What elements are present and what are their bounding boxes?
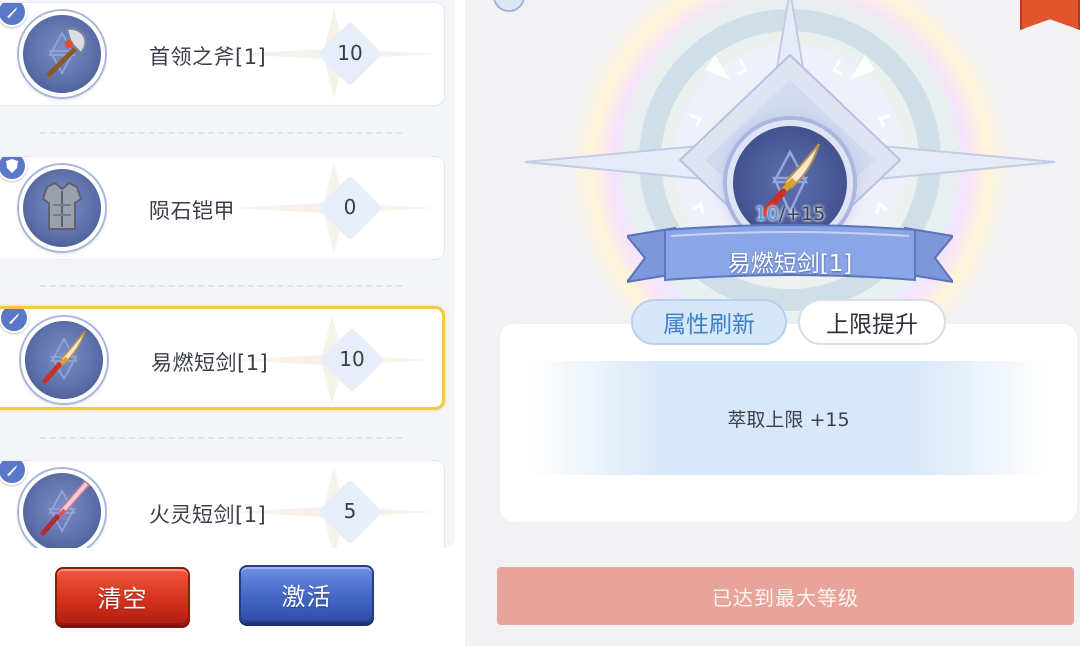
item-level: 10 xyxy=(339,347,365,371)
divider xyxy=(40,437,402,439)
extract-limit-text: 萃取上限 +15 xyxy=(727,408,850,431)
shield-badge-icon xyxy=(0,157,27,181)
clear-button[interactable]: 清空 xyxy=(55,567,190,625)
sword-badge-icon xyxy=(0,309,29,333)
item-level: 5 xyxy=(343,499,357,523)
item-name: 易燃短剑[1] xyxy=(151,351,269,375)
axe-icon xyxy=(19,11,105,97)
list-item[interactable]: 首领之斧[1] 10 xyxy=(0,2,445,106)
tab-limit-upgrade[interactable]: 上限提升 xyxy=(798,299,946,345)
sword-badge-icon xyxy=(0,3,27,27)
list-item[interactable]: 火灵短剑[1] 5 xyxy=(0,460,445,548)
item-title: 易燃短剑[1] xyxy=(727,251,853,277)
item-name: 首领之斧[1] xyxy=(149,45,267,69)
armor-icon xyxy=(19,165,105,251)
fire-dagger-icon xyxy=(19,469,105,548)
info-panel: 萃取上限 +15 xyxy=(500,324,1077,522)
item-level: 0 xyxy=(343,195,357,219)
max-level-button[interactable]: 已达到最大等级 xyxy=(497,567,1074,625)
tab-attribute-refresh[interactable]: 属性刷新 xyxy=(631,299,787,345)
divider xyxy=(40,285,402,287)
activate-button[interactable]: 激活 xyxy=(239,565,374,623)
sword-badge-icon xyxy=(0,461,27,485)
item-name: 陨石铠甲 xyxy=(149,199,235,223)
item-level: 10 xyxy=(337,41,363,65)
list-item-selected[interactable]: 易燃短剑[1] 10 xyxy=(0,306,445,410)
info-strip: 萃取上限 +15 xyxy=(530,361,1047,475)
item-name: 火灵短剑[1] xyxy=(149,503,267,527)
equipment-list-panel: 首领之斧[1] 10 陨石铠甲 0 易燃短剑[1] 10 火灵短剑[1] 5 清… xyxy=(0,0,462,646)
equipment-list[interactable]: 首领之斧[1] 10 陨石铠甲 0 易燃短剑[1] 10 火灵短剑[1] 5 xyxy=(0,0,455,548)
divider xyxy=(40,132,402,134)
dagger-icon xyxy=(21,317,107,403)
list-item[interactable]: 陨石铠甲 0 xyxy=(0,156,445,260)
item-detail-panel: 10/+15 易燃短剑[1] 萃取上限 +15 属性刷新 上限提升 已达到最大等… xyxy=(465,0,1080,646)
